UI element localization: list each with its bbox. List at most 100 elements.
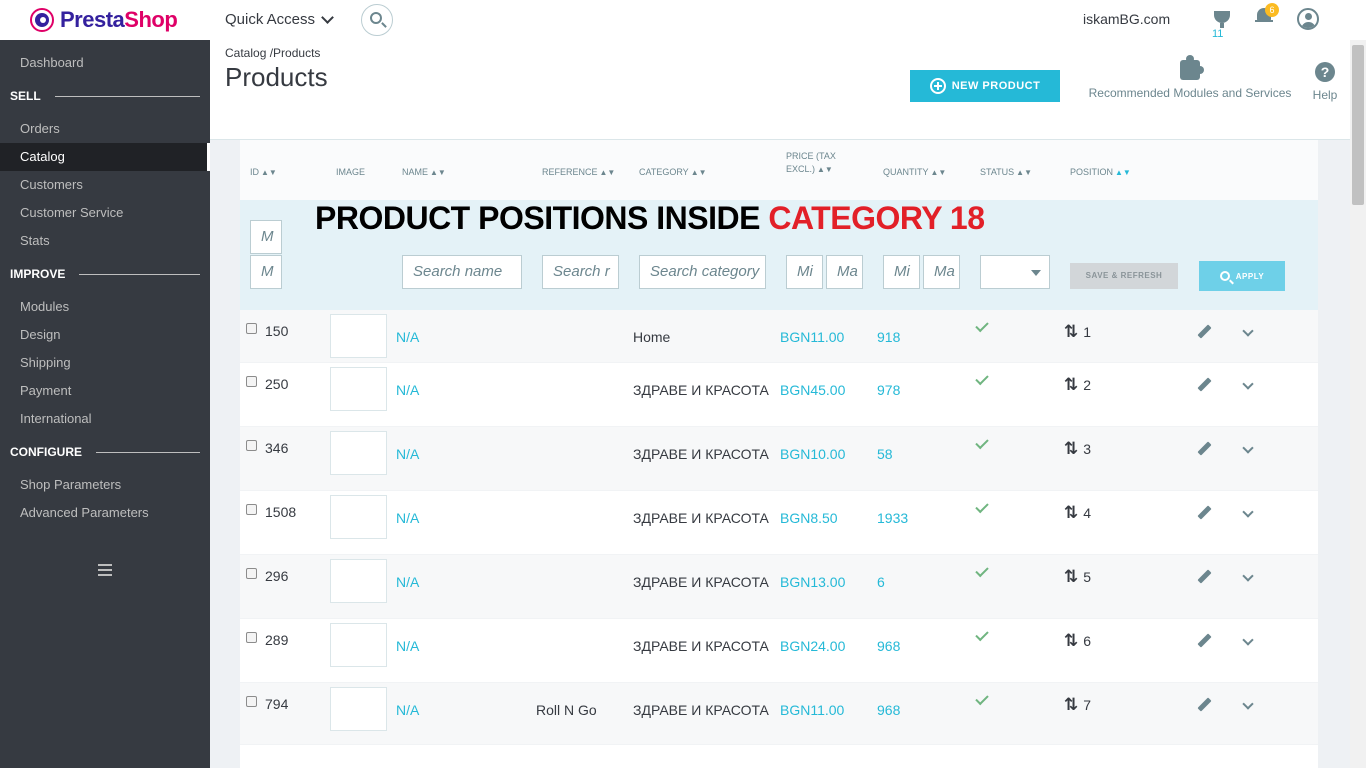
column-header-quantity[interactable]: QUANTITY ▲▼ — [883, 166, 946, 179]
sidebar-item-orders[interactable]: Orders — [0, 115, 210, 143]
sidebar-item-shipping[interactable]: Shipping — [0, 349, 210, 377]
breadcrumb-catalog[interactable]: Catalog — [225, 46, 266, 60]
column-header-price[interactable]: PRICE (TAX EXCL.) ▲▼ — [786, 150, 836, 176]
edit-button[interactable] — [1196, 505, 1212, 521]
product-price[interactable]: BGN45.00 — [780, 382, 845, 398]
product-thumbnail[interactable] — [330, 495, 387, 539]
check-icon[interactable] — [975, 627, 989, 642]
help-button[interactable]: ? Help — [1305, 62, 1345, 102]
sort-icon[interactable]: ▲▼ — [931, 168, 947, 177]
check-icon[interactable] — [975, 499, 989, 514]
sidebar-item-stats[interactable]: Stats — [0, 227, 210, 255]
menu-collapse-icon[interactable] — [98, 564, 112, 576]
sidebar-item-international[interactable]: International — [0, 405, 210, 433]
product-quantity[interactable]: 6 — [877, 574, 885, 590]
product-position[interactable]: ⇅ 3 — [1064, 440, 1091, 457]
product-thumbnail[interactable] — [330, 431, 387, 475]
product-name-link[interactable]: N/A — [396, 702, 419, 718]
product-thumbnail[interactable] — [330, 687, 387, 731]
sidebar-item-catalog[interactable]: Catalog — [0, 143, 210, 171]
new-product-button[interactable]: NEW PRODUCT — [910, 70, 1060, 102]
column-header-category[interactable]: CATEGORY ▲▼ — [639, 166, 707, 179]
sort-arrows-icon[interactable]: ⇅ — [1064, 440, 1078, 457]
filter-price-min[interactable]: Mi — [786, 255, 823, 289]
column-header-id[interactable]: ID ▲▼ — [250, 166, 277, 179]
trophy-button[interactable]: 11 — [1211, 9, 1233, 41]
product-quantity[interactable]: 1933 — [877, 510, 908, 526]
quick-access-dropdown[interactable]: Quick Access — [225, 10, 334, 28]
chevron-down-icon[interactable] — [1242, 634, 1254, 646]
shop-link[interactable]: iskamBG.com — [1083, 11, 1170, 27]
filter-status-select[interactable] — [980, 255, 1050, 289]
check-icon[interactable] — [975, 691, 989, 706]
product-quantity[interactable]: 968 — [877, 638, 900, 654]
sort-arrows-icon[interactable]: ⇅ — [1064, 504, 1078, 521]
sort-icon[interactable]: ▲▼ — [691, 168, 707, 177]
prestashop-logo[interactable]: PrestaShop — [30, 7, 178, 33]
sort-icon[interactable]: ▲▼ — [430, 168, 446, 177]
product-name-link[interactable]: N/A — [396, 638, 419, 654]
product-quantity[interactable]: 968 — [877, 702, 900, 718]
filter-id-max[interactable]: M — [250, 255, 282, 289]
edit-button[interactable] — [1196, 569, 1212, 585]
product-position[interactable]: ⇅ 6 — [1064, 632, 1091, 649]
apply-filter-button[interactable]: APPLY — [1199, 261, 1285, 291]
column-header-reference[interactable]: REFERENCE ▲▼ — [542, 166, 615, 179]
product-name-link[interactable]: N/A — [396, 574, 419, 590]
product-quantity[interactable]: 978 — [877, 382, 900, 398]
scrollbar-thumb[interactable] — [1352, 45, 1364, 205]
chevron-down-icon[interactable] — [1242, 325, 1254, 337]
filter-reference-input[interactable]: Search r — [542, 255, 619, 289]
row-checkbox[interactable] — [246, 632, 257, 643]
product-price[interactable]: BGN11.00 — [780, 329, 844, 345]
row-checkbox[interactable] — [246, 376, 257, 387]
product-price[interactable]: BGN10.00 — [780, 446, 845, 462]
filter-qty-min[interactable]: Mi — [883, 255, 920, 289]
product-position[interactable]: ⇅ 4 — [1064, 504, 1091, 521]
check-icon[interactable] — [975, 435, 989, 450]
column-header-name[interactable]: NAME ▲▼ — [402, 166, 446, 179]
sidebar-item-customers[interactable]: Customers — [0, 171, 210, 199]
edit-button[interactable] — [1196, 697, 1212, 713]
filter-price-max[interactable]: Ma — [826, 255, 863, 289]
chevron-down-icon[interactable] — [1242, 442, 1254, 454]
sort-icon[interactable]: ▲▼ — [261, 168, 277, 177]
filter-id-min[interactable]: M — [250, 220, 282, 254]
chevron-down-icon[interactable] — [1242, 378, 1254, 390]
product-price[interactable]: BGN8.50 — [780, 510, 838, 526]
row-checkbox[interactable] — [246, 696, 257, 707]
scrollbar[interactable] — [1350, 40, 1366, 768]
filter-name-input[interactable]: Search name — [402, 255, 522, 289]
sidebar-item-dashboard[interactable]: Dashboard — [0, 49, 210, 77]
product-name-link[interactable]: N/A — [396, 510, 419, 526]
sort-arrows-icon[interactable]: ⇅ — [1064, 568, 1078, 585]
sort-icon[interactable]: ▲▼ — [1016, 168, 1032, 177]
product-position[interactable]: ⇅ 1 — [1064, 323, 1091, 340]
column-header-position[interactable]: POSITION ▲▼ — [1070, 166, 1131, 179]
chevron-down-icon[interactable] — [1242, 698, 1254, 710]
product-price[interactable]: BGN11.00 — [780, 702, 844, 718]
user-menu-button[interactable] — [1297, 8, 1319, 30]
product-name-link[interactable]: N/A — [396, 329, 419, 345]
check-icon[interactable] — [975, 563, 989, 578]
product-position[interactable]: ⇅ 2 — [1064, 376, 1091, 393]
check-icon[interactable] — [975, 318, 989, 333]
sidebar-item-modules[interactable]: Modules — [0, 293, 210, 321]
edit-button[interactable] — [1196, 633, 1212, 649]
sort-arrows-icon[interactable]: ⇅ — [1064, 323, 1078, 340]
product-thumbnail[interactable] — [330, 559, 387, 603]
chevron-down-icon[interactable] — [1242, 570, 1254, 582]
edit-button[interactable] — [1196, 377, 1212, 393]
row-checkbox[interactable] — [246, 323, 257, 334]
sidebar-item-customer-service[interactable]: Customer Service — [0, 199, 210, 227]
product-thumbnail[interactable] — [330, 623, 387, 667]
sidebar-item-design[interactable]: Design — [0, 321, 210, 349]
check-icon[interactable] — [975, 371, 989, 386]
row-checkbox[interactable] — [246, 568, 257, 579]
sort-icon[interactable]: ▲▼ — [600, 168, 616, 177]
filter-qty-max[interactable]: Ma — [923, 255, 960, 289]
product-name-link[interactable]: N/A — [396, 382, 419, 398]
product-price[interactable]: BGN24.00 — [780, 638, 845, 654]
sort-icon[interactable]: ▲▼ — [1115, 168, 1131, 177]
product-quantity[interactable]: 918 — [877, 329, 900, 345]
